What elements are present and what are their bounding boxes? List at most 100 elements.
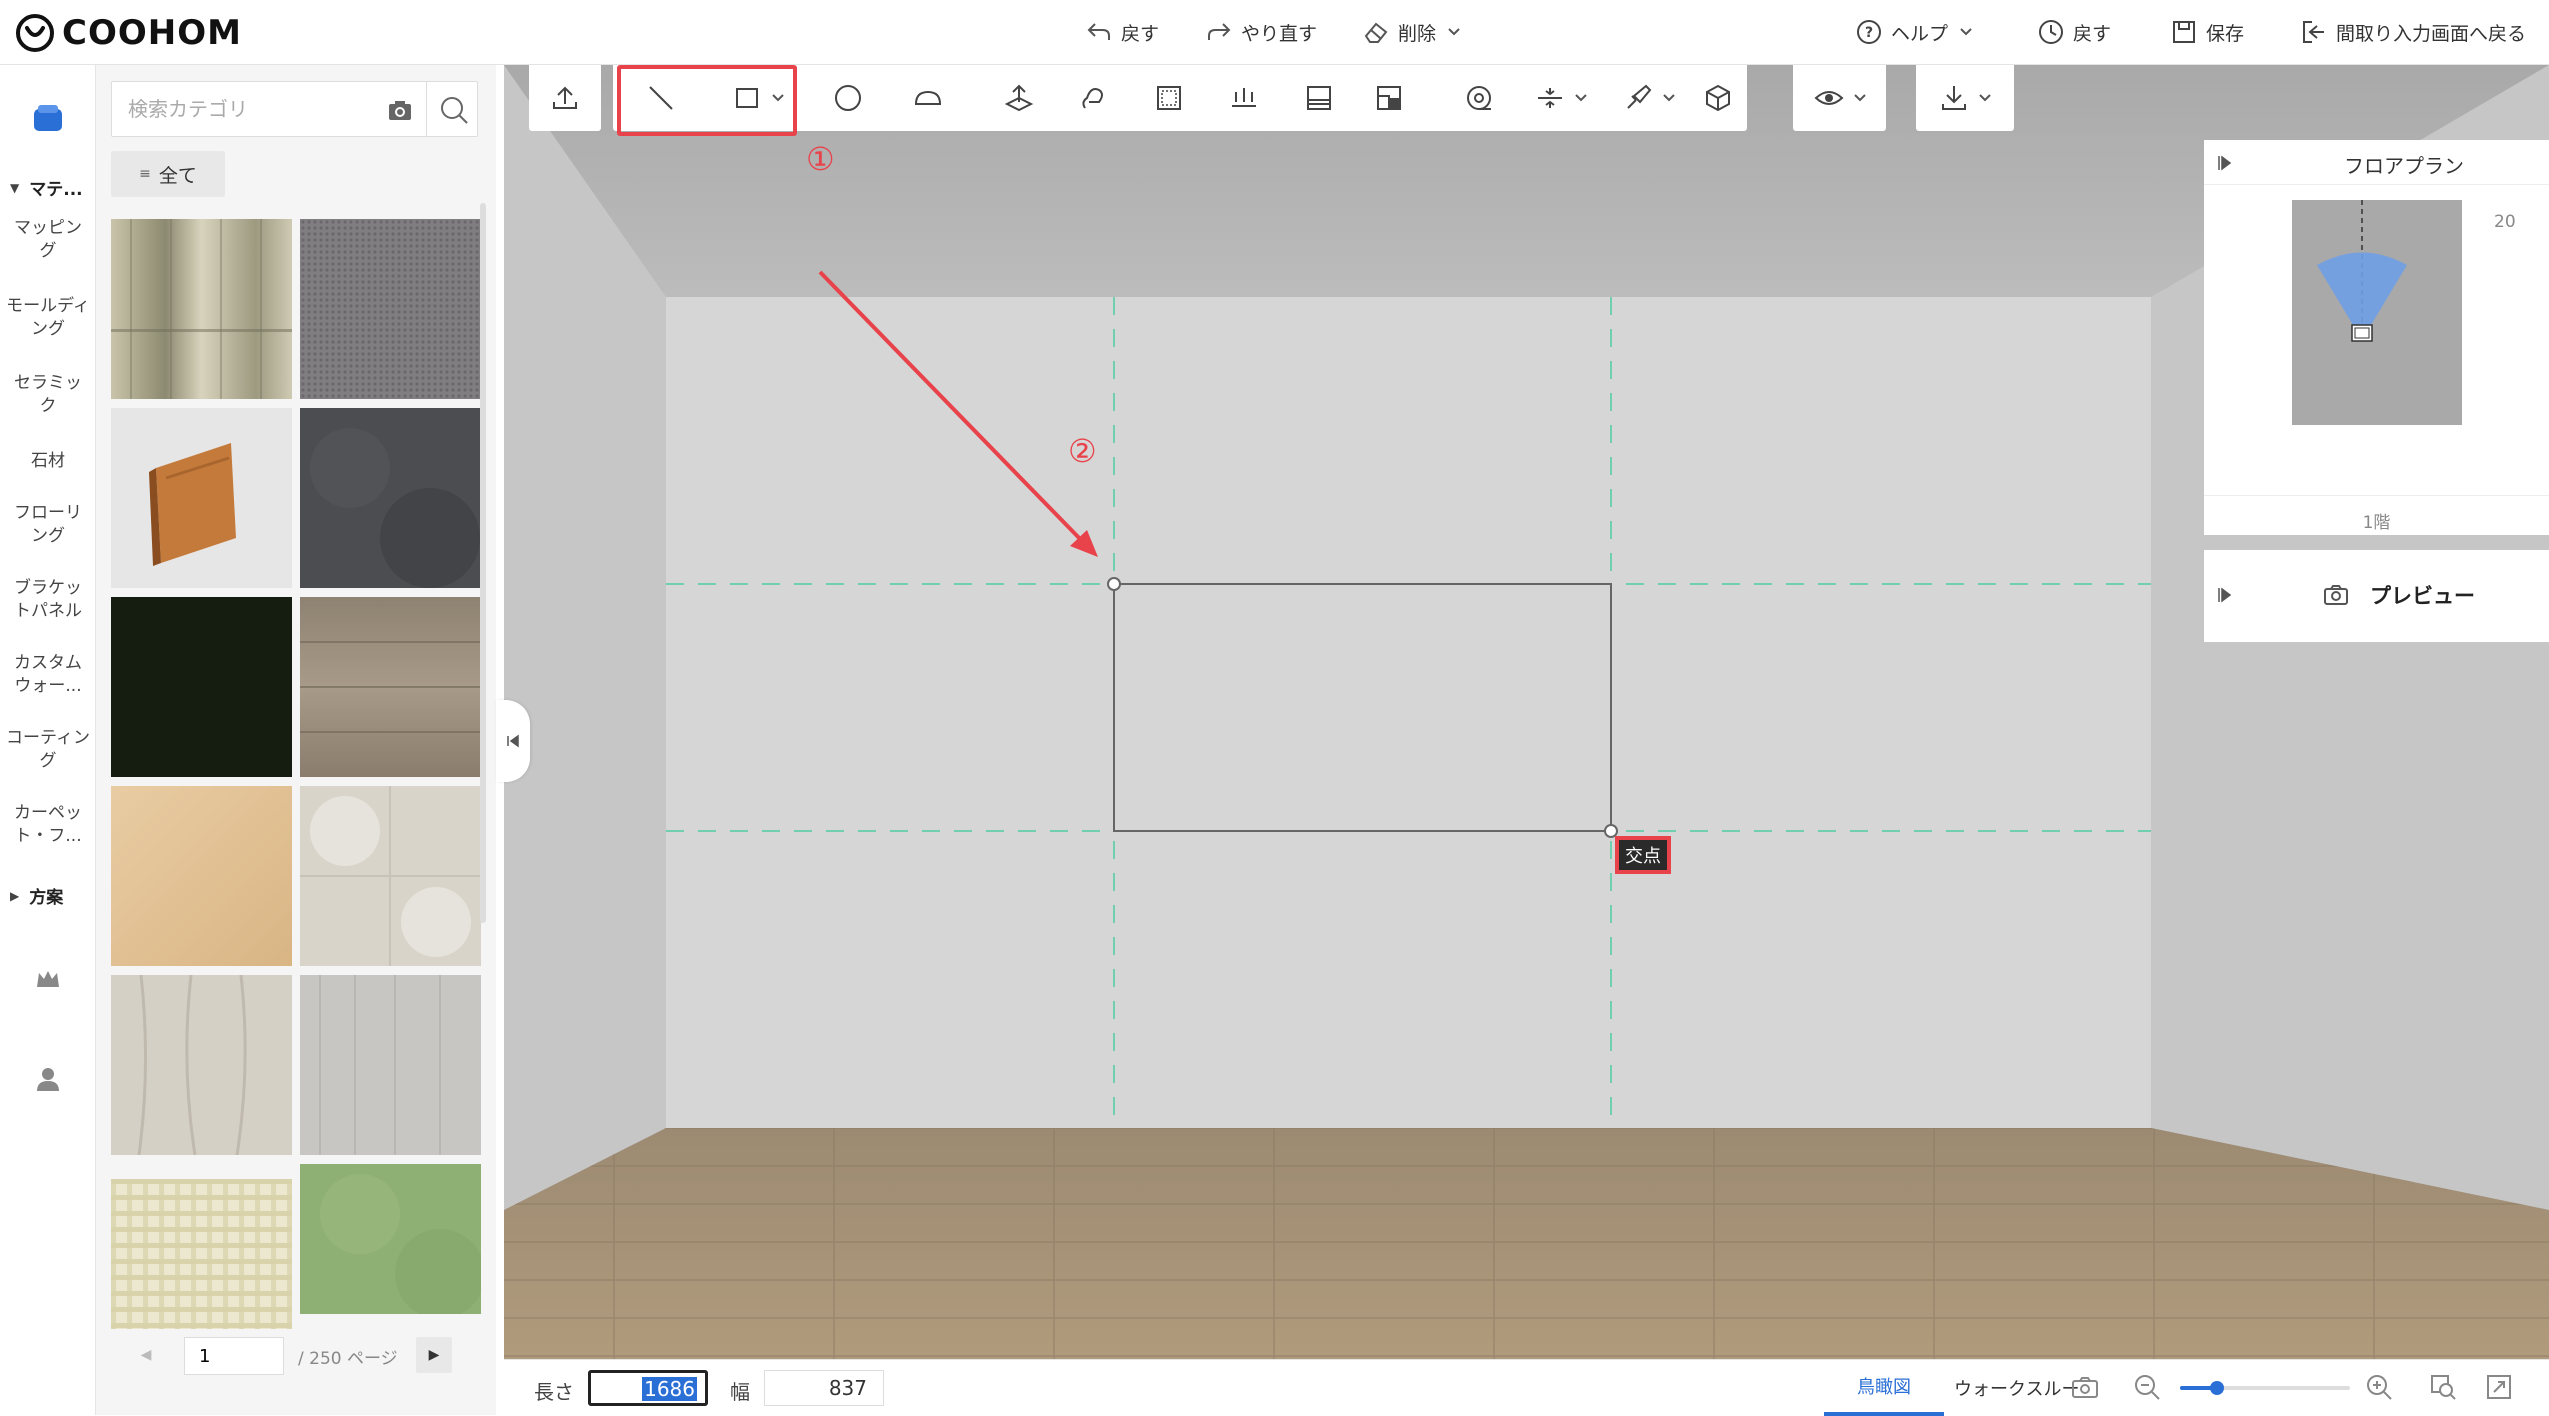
zoom-slider-knob[interactable] <box>2210 1381 2225 1395</box>
rail-section-material[interactable]: ▼ マテ... <box>10 175 83 200</box>
zoom-fit-icon[interactable] <box>2428 1372 2458 1402</box>
rail-item-custom-wall[interactable]: カスタムウォー... <box>6 652 90 698</box>
coohom-logo-icon <box>16 14 54 52</box>
length-input[interactable]: 1686 <box>588 1370 708 1406</box>
fullscreen-icon[interactable] <box>2484 1372 2514 1402</box>
camera-icon[interactable] <box>386 96 414 124</box>
floor-selector[interactable]: 1階 <box>2204 495 2549 535</box>
history-button[interactable]: 戻す <box>2037 14 2111 50</box>
delete-button[interactable]: 削除 <box>1362 14 1462 50</box>
redo-button[interactable]: やり直す <box>1205 14 1317 50</box>
frame-button[interactable] <box>1139 65 1199 131</box>
material-tile-dark-green[interactable] <box>111 597 292 777</box>
svg-text:?: ? <box>1865 25 1873 41</box>
spacing-icon <box>1232 88 1256 107</box>
coohom-logo[interactable]: COOHOM <box>14 12 242 54</box>
preview-label: プレビュー <box>2370 584 2475 608</box>
rail-section-plan[interactable]: ▶ 方案 <box>10 883 63 908</box>
search-box <box>111 81 478 137</box>
undo-button[interactable]: 戻す <box>1085 14 1159 50</box>
extrude-button[interactable] <box>989 65 1049 131</box>
rail-item-stone[interactable]: 石材 <box>6 450 90 473</box>
cube-button[interactable] <box>1693 65 1743 131</box>
chevron-down-icon <box>1979 94 1991 102</box>
rail-item-flooring[interactable]: フローリング <box>6 502 90 548</box>
floorplan-zoom: 20 <box>2494 212 2516 232</box>
search-input[interactable] <box>112 82 372 136</box>
camera-icon <box>2324 585 2348 605</box>
rail-item-coating[interactable]: コーティング <box>6 727 90 773</box>
rectangle-start-point <box>1107 577 1121 591</box>
material-tile-gray-oak[interactable] <box>300 597 481 777</box>
tab-birdseye-view[interactable]: 鳥瞰図 <box>1824 1360 1944 1416</box>
prev-page-button[interactable]: ◀ <box>128 1337 164 1373</box>
page-number-input[interactable] <box>184 1337 284 1375</box>
width-label: 幅 <box>730 1380 750 1404</box>
panel-toggle-icon[interactable] <box>2216 154 2234 172</box>
catalog-scrollbar[interactable] <box>480 203 486 923</box>
panel-button[interactable] <box>1289 65 1349 131</box>
rail-item-ceramic[interactable]: セラミック <box>6 372 90 418</box>
material-tile-light-maple[interactable] <box>111 786 292 966</box>
help-button[interactable]: ? ヘルプ <box>1855 14 1974 50</box>
user-icon[interactable] <box>32 1063 64 1095</box>
next-page-button[interactable]: ▶ <box>416 1337 452 1373</box>
redo-label: やり直す <box>1241 22 1318 45</box>
save-icon <box>2173 21 2195 43</box>
rail-item-carpet[interactable]: カーペット・フ... <box>6 802 90 848</box>
circle-tool-icon <box>835 85 861 111</box>
collapse-left-icon <box>507 734 519 748</box>
material-tile-birch-wood[interactable] <box>111 219 292 399</box>
brush-button[interactable] <box>1609 65 1689 131</box>
visibility-button[interactable] <box>1793 65 1886 131</box>
material-tile-gray-fabric[interactable] <box>300 219 481 399</box>
rail-item-mapping[interactable]: マッピング <box>6 217 90 263</box>
line-tool-icon <box>649 86 673 110</box>
material-tile-light-gray-wood[interactable] <box>300 975 481 1155</box>
zoom-slider[interactable] <box>2180 1381 2350 1395</box>
floorplan-minimap[interactable] <box>2292 200 2462 425</box>
step-2-marker: ② <box>1068 432 1097 470</box>
screenshot-camera-icon[interactable] <box>2070 1372 2100 1402</box>
circle-tool-button[interactable] <box>813 65 883 131</box>
save-button[interactable]: 保存 <box>2170 14 2244 50</box>
material-library-icon[interactable] <box>30 101 66 137</box>
material-tile-marble-tile[interactable] <box>300 786 481 966</box>
spacing-button[interactable] <box>1214 65 1274 131</box>
filter-all-button[interactable]: ≡ 全て <box>111 151 225 197</box>
rectangle-tool-button[interactable] <box>713 65 803 131</box>
caret-down-icon: ▼ <box>10 180 20 195</box>
preview-button[interactable]: プレビュー <box>2322 580 2475 610</box>
panel-toggle-icon[interactable] <box>2216 586 2234 604</box>
push-pull-button[interactable] <box>1063 65 1123 131</box>
line-tool-button[interactable] <box>621 65 701 131</box>
crown-icon[interactable] <box>32 963 64 995</box>
arc-tool-button[interactable] <box>893 65 963 131</box>
material-tile-plaid-fabric[interactable] <box>111 1164 292 1344</box>
chevron-down-icon <box>1960 28 1972 36</box>
upload-button[interactable] <box>529 65 601 131</box>
material-tile-whitewash-wood[interactable] <box>111 975 292 1155</box>
rail-item-molding[interactable]: モールディング <box>6 295 90 341</box>
zoom-out-icon[interactable] <box>2132 1372 2162 1402</box>
rail-item-bracket-panel[interactable]: ブラケットパネル <box>6 577 90 623</box>
collapse-panel-button[interactable] <box>496 700 530 782</box>
bottom-bar: 長さ 1686 幅 837 鳥瞰図 ウォークスルー <box>504 1359 2549 1416</box>
chevron-down-icon <box>1663 94 1675 102</box>
material-tile-green-paint[interactable] <box>300 1164 481 1314</box>
material-tile-dark-concrete[interactable] <box>300 408 481 588</box>
measure-button[interactable] <box>1449 65 1509 131</box>
filter-all-label: 全て <box>158 164 197 187</box>
material-tile-wood-molding[interactable] <box>111 408 292 588</box>
split-button[interactable] <box>1359 65 1419 131</box>
page-total: / 250 ページ <box>298 1349 398 1369</box>
align-icon <box>1538 88 1562 108</box>
width-input[interactable]: 837 <box>764 1370 884 1406</box>
align-button[interactable] <box>1521 65 1601 131</box>
left-rail: ▼ マテ... マッピング モールディング セラミック 石材 フローリング ブラ… <box>0 65 96 1415</box>
zoom-in-icon[interactable] <box>2364 1372 2394 1402</box>
pagination: ◀ / 250 ページ ▶ <box>96 1330 496 1380</box>
download-button[interactable] <box>1916 65 2014 131</box>
search-icon[interactable] <box>438 94 470 126</box>
back-to-floorplan-button[interactable]: 間取り入力画面へ戻る <box>2300 14 2526 50</box>
